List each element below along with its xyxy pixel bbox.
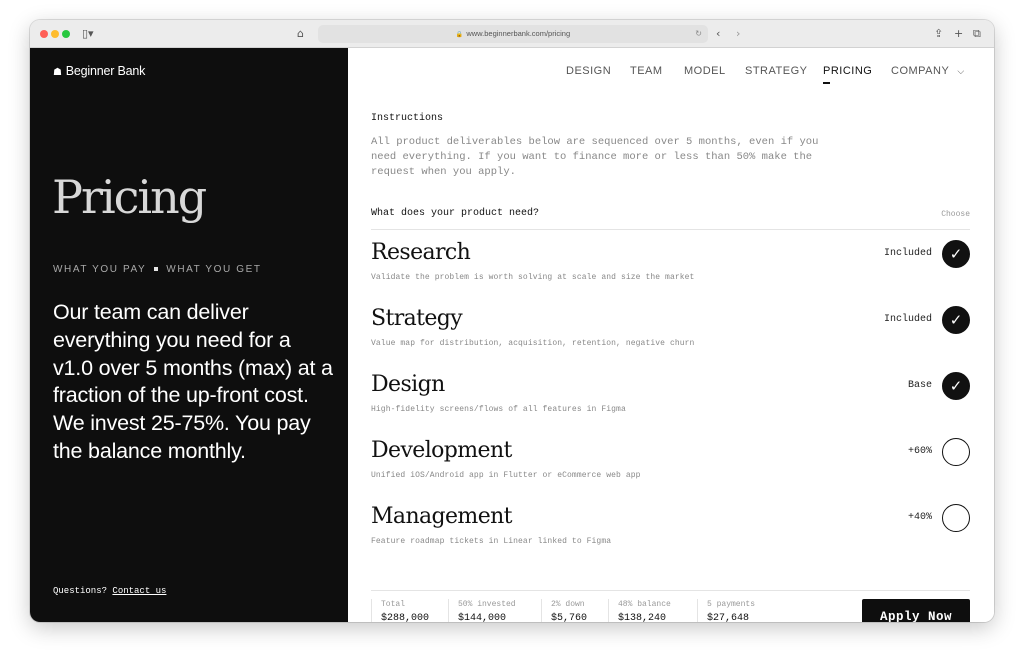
browser-toolbar: ▯▾ ⌂ 🔒 www.beginnerbank.com/pricing ↻ ‹ ›… bbox=[30, 20, 994, 48]
lock-icon: 🔒 bbox=[455, 32, 464, 38]
checkmark-icon: ✓ bbox=[949, 311, 963, 329]
stat-value: $27,648 bbox=[707, 613, 750, 622]
service-description: Validate the problem is worth solving at… bbox=[371, 273, 695, 282]
nav-team[interactable]: TEAM bbox=[630, 64, 663, 78]
new-tab-icon[interactable]: + bbox=[954, 26, 963, 42]
apply-now-button[interactable]: Apply Now bbox=[862, 599, 970, 622]
service-management[interactable]: Management Feature roadmap tickets in Li… bbox=[371, 504, 970, 562]
service-name: Development bbox=[371, 438, 512, 463]
service-name: Management bbox=[371, 504, 513, 529]
minimize-window-button[interactable] bbox=[51, 30, 59, 38]
nav-model[interactable]: MODEL bbox=[684, 64, 726, 78]
checkmark-icon: ✓ bbox=[949, 245, 963, 263]
strategy-checkbox[interactable]: ✓ bbox=[942, 306, 970, 334]
service-design[interactable]: Design High-fidelity screens/flows of al… bbox=[371, 372, 970, 430]
back-icon[interactable]: ‹ bbox=[716, 26, 720, 42]
stat-label: 5 payments bbox=[707, 600, 756, 609]
service-name: Research bbox=[371, 240, 471, 265]
instructions-heading: Instructions bbox=[371, 113, 444, 124]
needs-question: What does your product need? bbox=[371, 208, 540, 219]
summary-total: Total $288,000 bbox=[371, 599, 429, 622]
tagline: WHAT YOU PAY WHAT YOU GET bbox=[53, 264, 262, 275]
service-status: +60% bbox=[907, 446, 932, 457]
nav-pricing[interactable]: PRICING bbox=[823, 64, 872, 84]
research-checkbox[interactable]: ✓ bbox=[942, 240, 970, 268]
url-text: www.beginnerbank.com/pricing bbox=[466, 29, 571, 38]
hero-panel: ☗ Beginner Bank Pricing WHAT YOU PAY WHAT … bbox=[30, 48, 348, 622]
checkmark-icon: ✓ bbox=[949, 377, 963, 395]
design-checkbox[interactable]: ✓ bbox=[942, 372, 970, 400]
service-description: Feature roadmap tickets in Linear linked… bbox=[371, 537, 612, 546]
stat-value: $288,000 bbox=[381, 613, 430, 622]
choose-label: Choose bbox=[941, 210, 970, 219]
brand-logo[interactable]: ☗ Beginner Bank bbox=[53, 64, 145, 78]
close-window-button[interactable] bbox=[40, 30, 48, 38]
summary-balance: 48% balance $138,240 bbox=[608, 599, 671, 622]
questions-label: Questions? bbox=[53, 586, 108, 596]
management-checkbox[interactable] bbox=[942, 504, 970, 532]
stat-label: Total bbox=[381, 600, 406, 609]
separator-square-icon bbox=[154, 267, 159, 272]
summary-down: 2% down $5,760 bbox=[541, 599, 587, 622]
stat-value: $144,000 bbox=[458, 613, 507, 622]
tagline-left: WHAT YOU PAY bbox=[53, 264, 147, 275]
stat-value: $5,760 bbox=[551, 613, 588, 622]
service-description: Value map for distribution, acquisition,… bbox=[371, 339, 695, 348]
service-name: Design bbox=[371, 372, 445, 397]
service-name: Strategy bbox=[371, 306, 463, 331]
service-status: Included bbox=[883, 248, 932, 259]
service-status: Included bbox=[883, 314, 932, 325]
summary-invested: 50% invested $144,000 bbox=[448, 599, 516, 622]
tagline-right: WHAT YOU GET bbox=[166, 264, 262, 275]
forward-icon[interactable]: › bbox=[736, 26, 740, 42]
nav-design[interactable]: DESIGN bbox=[566, 64, 611, 78]
nav-company-label: COMPANY bbox=[891, 65, 950, 77]
stat-label: 48% balance bbox=[618, 600, 671, 609]
service-research[interactable]: Research Validate the problem is worth s… bbox=[371, 240, 970, 298]
divider bbox=[371, 229, 970, 230]
service-description: High-fidelity screens/flows of all featu… bbox=[371, 405, 626, 414]
service-status: +40% bbox=[907, 512, 932, 523]
summary-payments: 5 payments $27,648 bbox=[697, 599, 755, 622]
hero-description: Our team can deliver everything you need… bbox=[53, 300, 333, 463]
stat-label: 50% invested bbox=[458, 600, 516, 609]
home-icon[interactable]: ⌂ bbox=[297, 26, 304, 42]
service-strategy[interactable]: Strategy Value map for distribution, acq… bbox=[371, 306, 970, 364]
pricing-panel: DESIGN TEAM MODEL STRATEGY PRICING COMPA… bbox=[348, 48, 994, 622]
nav-strategy[interactable]: STRATEGY bbox=[745, 64, 807, 78]
sidebar-toggle-icon[interactable]: ▯▾ bbox=[82, 26, 94, 42]
service-status: Base bbox=[907, 380, 932, 391]
bank-logo-icon: ☗ bbox=[53, 67, 62, 78]
stat-value: $138,240 bbox=[618, 613, 667, 622]
tab-overview-icon[interactable]: ⧉ bbox=[973, 26, 981, 42]
stat-label: 2% down bbox=[551, 600, 585, 609]
development-checkbox[interactable] bbox=[942, 438, 970, 466]
service-development[interactable]: Development Unified iOS/Android app in F… bbox=[371, 438, 970, 496]
nav-company[interactable]: COMPANY ⌵ bbox=[891, 64, 965, 78]
page-title: Pricing bbox=[52, 170, 207, 224]
top-navigation: DESIGN TEAM MODEL STRATEGY PRICING COMPA… bbox=[348, 64, 994, 84]
chevron-down-icon: ⌵ bbox=[957, 66, 965, 76]
maximize-window-button[interactable] bbox=[62, 30, 70, 38]
share-icon[interactable]: ⇪ bbox=[934, 26, 943, 42]
service-description: Unified iOS/Android app in Flutter or eC… bbox=[371, 471, 641, 480]
contact-link[interactable]: Contact us bbox=[112, 586, 166, 596]
address-bar[interactable]: 🔒 www.beginnerbank.com/pricing ↻ bbox=[318, 25, 708, 43]
reload-icon[interactable]: ↻ bbox=[695, 25, 702, 43]
brand-name: Beginner Bank bbox=[65, 64, 146, 78]
contact-line: Questions? Contact us bbox=[53, 586, 166, 596]
browser-window: ▯▾ ⌂ 🔒 www.beginnerbank.com/pricing ↻ ‹ ›… bbox=[30, 20, 994, 622]
instructions-text: All product deliverables below are seque… bbox=[371, 136, 819, 178]
